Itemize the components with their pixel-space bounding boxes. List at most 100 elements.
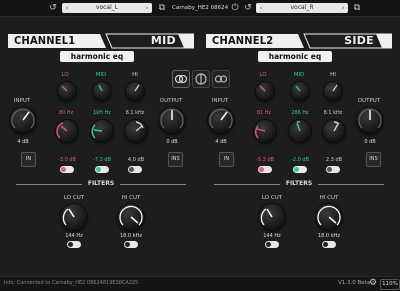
lo-freq-value: 81 Hz [256,110,272,116]
hi-cut-label: HI CUT [319,195,339,201]
filters-section-2: FILTERS [206,180,392,188]
undo-icon-right[interactable]: ↺ [243,3,253,13]
gear-icon[interactable]: ⚙ [368,278,378,288]
lo-cut-value: 144 Hz [65,233,83,239]
preset-name-right: vocal_R [290,4,314,11]
mid-freq-knob[interactable] [291,82,309,100]
lo-gain-knob[interactable] [254,120,276,142]
mid-band-toggle[interactable] [293,166,307,173]
ins-button[interactable]: INS [168,152,183,167]
lo-gain-knob[interactable] [56,120,78,142]
lo-freq-knob[interactable] [58,82,76,100]
next-preset-icon[interactable]: › [142,3,152,13]
divider [318,184,384,185]
channel-1-header: CHANNEL1 MID [8,33,194,49]
mid-gain-knob[interactable] [289,120,311,142]
brand-logo: harmonic eq [258,51,332,62]
lo-freq-knob[interactable] [256,82,274,100]
hi-freq-value: 8.1 kHz [125,110,145,116]
filters-label: FILTERS [87,180,115,187]
input-knob[interactable] [10,107,36,133]
hi-band-toggle[interactable] [326,166,340,173]
input-value: 4 dB [17,139,29,145]
preset-selector-left[interactable]: ‹ vocal_L › [62,3,152,13]
output-label: OUTPUT [159,98,183,104]
in-button[interactable]: IN [219,152,234,167]
output-value: 0 dB [364,139,376,145]
input-value: 4 dB [215,139,227,145]
output-label: OUTPUT [357,98,381,104]
lo-cut-knob[interactable] [61,204,87,230]
lo-cut-knob[interactable] [259,204,285,230]
preset-selector-right[interactable]: ‹ vocal_R › [256,3,348,13]
top-bar: ↺ ‹ vocal_L › ⧉ Carnaby_HE2 08624... ⏻ ↺… [0,0,400,17]
channel-2-header: CHANNEL2 SIDE [206,33,392,49]
ins-button[interactable]: INS [366,152,381,167]
hi-band-toggle[interactable] [128,166,142,173]
lo-gain-value: -3.0 dB [58,157,76,163]
divider [120,184,186,185]
hi-cut-label: HI CUT [121,195,141,201]
brand-logo: harmonic eq [60,51,134,62]
hi-freq-value: 8.1 kHz [323,110,343,116]
hi-freq-knob[interactable] [126,82,144,100]
lo-cut-label: LO CUT [261,195,283,201]
hi-freq-knob[interactable] [324,82,342,100]
lo-band-toggle[interactable] [60,166,74,173]
filters-section-1: FILTERS [8,180,194,188]
output-knob[interactable] [159,107,185,133]
hi-cut-knob[interactable] [118,204,144,230]
lo-band-toggle[interactable] [258,166,272,173]
lo-band-label: LO [61,72,69,78]
undo-icon[interactable]: ↺ [48,3,58,13]
lo-band-label: LO [259,72,267,78]
copy-icon-right[interactable]: ⧉ [352,3,362,13]
hi-cut-value: 18.0 kHz [119,233,142,239]
lo-cut-toggle[interactable] [265,241,279,248]
input-label: INPUT [13,98,31,104]
preset-name-left: vocal_L [95,4,119,11]
hi-band-label: HI [330,72,336,78]
channel-2-panel: CHANNEL2 SIDE harmonic eq LO MID HI INPU… [206,33,392,186]
divider [214,184,280,185]
channel-mode: SIDE [344,34,374,47]
mid-band-toggle[interactable] [95,166,109,173]
hi-cut-toggle[interactable] [124,241,138,248]
hi-cut-value: 18.0 kHz [317,233,340,239]
output-value: 0 dB [166,139,178,145]
hi-cut-toggle[interactable] [322,241,336,248]
status-bar: Info: Connected to Carnaby_HE2 08624819E… [0,276,400,291]
lo-cut-value: 144 Hz [263,233,281,239]
copy-icon[interactable]: ⧉ [157,3,167,13]
connection-info: Info: Connected to Carnaby_HE2 08624819E… [4,280,139,286]
hi-band-label: HI [132,72,138,78]
hi-cut-knob[interactable] [316,204,342,230]
lo-cut-toggle[interactable] [67,241,81,248]
power-icon[interactable]: ⏻ [230,3,240,13]
link-icon [174,74,188,84]
next-preset-icon-right[interactable]: › [338,3,348,13]
hi-gain-knob[interactable] [125,120,147,142]
version-label: V1.3.0 Beta [338,280,371,286]
lo-freq-value: 80 Hz [58,110,74,116]
lo-cut-label: LO CUT [63,195,85,201]
in-button[interactable]: IN [21,152,36,167]
lo-gain-value: -5.3 dB [256,157,274,163]
input-knob[interactable] [208,107,234,133]
hi-gain-knob[interactable] [323,120,345,142]
channel-1-panel: CHANNEL1 MID harmonic eq LO MID HI INPUT… [8,33,194,186]
device-name[interactable]: Carnaby_HE2 08624... [172,3,228,13]
divider [16,184,82,185]
zoom-level[interactable]: 110% [380,279,400,290]
mid-gain-knob[interactable] [91,120,113,142]
stereo-link-button[interactable] [172,70,190,88]
mid-freq-knob[interactable] [93,82,111,100]
prev-preset-icon[interactable]: ‹ [62,3,72,13]
channel-name: CHANNEL2 [212,34,274,47]
prev-preset-icon-right[interactable]: ‹ [256,3,266,13]
channel-mode: MID [150,34,176,47]
channel-name: CHANNEL1 [14,34,76,47]
hi-gain-value: 4.0 dB [127,157,145,163]
output-knob[interactable] [357,107,383,133]
input-label: INPUT [211,98,229,104]
